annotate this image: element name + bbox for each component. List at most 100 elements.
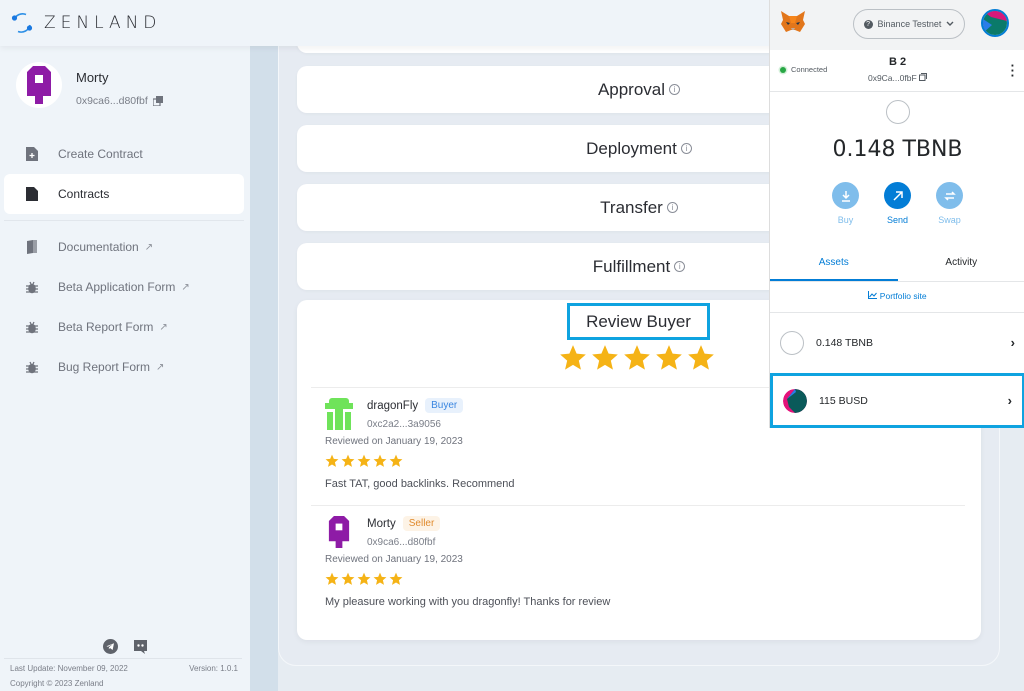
- zenland-logo-icon: [11, 13, 33, 33]
- info-icon[interactable]: i: [674, 261, 686, 272]
- info-icon[interactable]: i: [680, 143, 692, 154]
- star-icon[interactable]: [687, 344, 715, 372]
- swap-button[interactable]: Swap: [936, 182, 963, 225]
- sidebar-item-label: Create Contract: [58, 147, 143, 161]
- role-badge: Buyer: [425, 398, 464, 413]
- chart-icon: [868, 291, 878, 299]
- step-label: Transfer: [600, 197, 663, 217]
- star-icon: [325, 454, 339, 467]
- avatar: [16, 62, 62, 108]
- arrow-up-right-icon: [884, 182, 911, 209]
- star-icon: [325, 572, 339, 585]
- sidebar-item-documentation[interactable]: Documentation ↗: [4, 227, 244, 267]
- wallet-actions: Buy Send Swap: [832, 182, 963, 225]
- chevron-right-icon: ›: [1010, 335, 1015, 350]
- swap-icon: [936, 182, 963, 209]
- asset-row-tbnb[interactable]: 0.148 TBNB ›: [770, 312, 1024, 372]
- review-date: Reviewed on January 19, 2023: [325, 436, 463, 447]
- account-bar: Connected B 2 0x9Ca...0fbF · · ·: [770, 50, 1024, 92]
- asset-row-busd[interactable]: 115 BUSD ›: [770, 373, 1024, 428]
- sidebar-item-bug-report-form[interactable]: Bug Report Form ↗: [4, 347, 244, 387]
- sidebar-item-beta-report-form[interactable]: Beta Report Form ↗: [4, 307, 244, 347]
- copy-icon[interactable]: [152, 96, 163, 106]
- sidebar-item-create-contract[interactable]: Create Contract: [4, 134, 244, 174]
- file-plus-icon: [25, 147, 39, 161]
- telegram-icon[interactable]: [103, 639, 118, 654]
- reviewer-avatar: [325, 398, 353, 430]
- info-icon[interactable]: i: [666, 202, 678, 213]
- review-buyer-title[interactable]: Review Buyer: [567, 303, 710, 340]
- account-address-text: 0x9Ca...0fbF: [867, 73, 917, 83]
- portfolio-site-link[interactable]: Portfolio site: [770, 291, 1024, 301]
- sidebar-item-label: Contracts: [58, 187, 110, 201]
- action-label: Send: [886, 215, 909, 225]
- star-icon[interactable]: [623, 344, 651, 372]
- account-address[interactable]: 0x9Ca...0fbF: [770, 73, 1024, 83]
- action-label: Buy: [837, 215, 854, 225]
- avatar-identicon: [27, 66, 51, 104]
- star-icon: [357, 572, 371, 585]
- copy-icon: [919, 73, 928, 81]
- busd-token-icon: [783, 388, 807, 413]
- external-link-icon: ↗: [156, 361, 165, 373]
- download-icon: [832, 182, 859, 209]
- sidebar: Morty 0x9ca6...d80fbf Create Contract Co…: [0, 46, 250, 691]
- send-button[interactable]: Send: [884, 182, 911, 225]
- review-rating-input[interactable]: [559, 344, 715, 372]
- bug-icon: [25, 320, 39, 334]
- social-links: [103, 639, 148, 654]
- review-text: My pleasure working with you dragonfly! …: [325, 596, 611, 608]
- star-icon[interactable]: [591, 344, 619, 372]
- star-icon[interactable]: [655, 344, 683, 372]
- sidebar-nav: Create Contract Contracts Documentation …: [4, 134, 244, 387]
- wallet-tabs: Assets Activity: [770, 246, 1024, 282]
- book-icon: [25, 240, 39, 254]
- star-icon[interactable]: [559, 344, 587, 372]
- footer-divider: [4, 658, 242, 659]
- metamask-popup: ? Binance Testnet Connected B 2 0x9Ca...…: [769, 0, 1024, 428]
- role-badge: Seller: [402, 516, 441, 531]
- star-icon: [357, 454, 371, 467]
- tab-assets[interactable]: Assets: [770, 246, 898, 281]
- zenland-logo[interactable]: ZENLAND: [10, 11, 161, 35]
- metamask-header: ? Binance Testnet: [770, 0, 1024, 50]
- external-link-icon: ↗: [159, 321, 168, 333]
- tab-activity[interactable]: Activity: [898, 246, 1024, 281]
- portfolio-site-text: Portfolio site: [879, 291, 927, 301]
- reviewer-address: 0x9ca6...d80fbf: [367, 537, 436, 548]
- star-icon: [341, 454, 355, 467]
- profile-address: 0x9ca6...d80fbf: [76, 95, 163, 107]
- sidebar-divider: [4, 220, 244, 221]
- sidebar-item-label: Beta Report Form: [58, 320, 154, 334]
- card-divider: [311, 505, 965, 506]
- network-selector[interactable]: ? Binance Testnet: [853, 9, 965, 39]
- file-icon: [25, 187, 39, 201]
- review-text: Fast TAT, good backlinks. Recommend: [325, 478, 515, 490]
- step-label: Deployment: [586, 138, 677, 158]
- profile-name: Morty: [76, 70, 109, 85]
- review-item: Morty Seller 0x9ca6...d80fbf Reviewed on …: [325, 516, 610, 608]
- info-icon[interactable]: i: [669, 84, 681, 95]
- star-icon: [389, 572, 403, 585]
- sidebar-item-beta-application-form[interactable]: Beta Application Form ↗: [4, 267, 244, 307]
- step-label: Fulfillment: [592, 256, 671, 276]
- account-avatar[interactable]: [981, 9, 1009, 37]
- reviewer-address: 0xc2a2...3a9056: [367, 419, 441, 430]
- review-stars: [325, 572, 403, 586]
- buy-button[interactable]: Buy: [832, 182, 859, 225]
- review-stars: [325, 454, 403, 468]
- asset-label: 115 BUSD: [819, 394, 868, 407]
- reviewer-avatar: [328, 516, 350, 548]
- bug-icon: [25, 280, 39, 294]
- asset-label: 0.148 TBNB: [816, 336, 874, 349]
- network-icon: ?: [863, 19, 873, 29]
- metamask-fox-icon[interactable]: [780, 10, 806, 34]
- sidebar-item-label: Beta Application Form: [58, 280, 176, 294]
- sidebar-item-contracts[interactable]: Contracts: [4, 174, 244, 214]
- network-name: Binance Testnet: [877, 19, 942, 29]
- account-options-icon[interactable]: · · ·: [1011, 59, 1015, 82]
- discord-icon[interactable]: [133, 639, 148, 654]
- star-icon: [373, 572, 387, 585]
- version: Version: 1.0.1: [189, 664, 238, 673]
- reviewer-name: dragonFly: [367, 399, 419, 412]
